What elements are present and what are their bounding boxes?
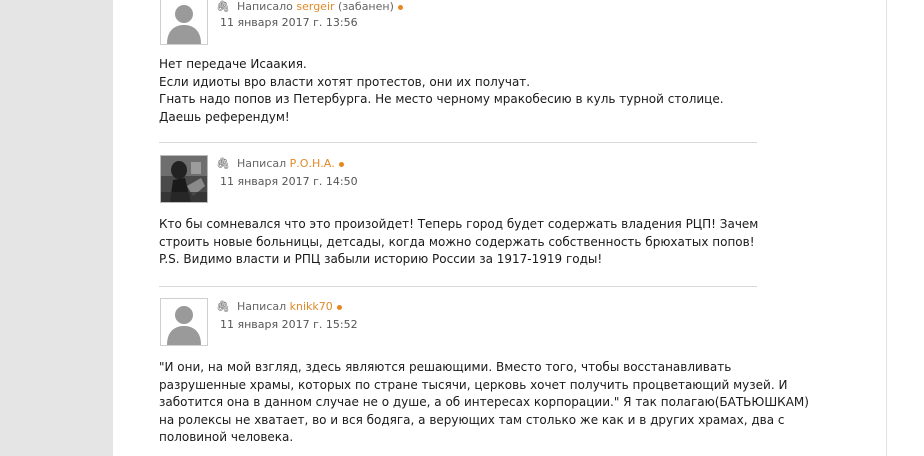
avatar[interactable] <box>160 155 208 203</box>
post-text-line: строить новые больницы, детсады, когда м… <box>159 234 755 249</box>
post-text-line: Нет передаче Исаакия. <box>159 57 307 71</box>
post-date: 11 января 2017 г. 14:50 <box>220 175 358 188</box>
post-date: 11 января 2017 г. 15:52 <box>220 318 358 331</box>
post-divider <box>159 286 757 287</box>
paperclip-icon[interactable]: 🖇 <box>216 300 230 313</box>
status-dot-icon <box>397 4 403 10</box>
wrote-label: Написал <box>236 300 287 313</box>
status-dot-icon <box>336 304 342 310</box>
username-link[interactable]: Р.О.Н.А. <box>290 157 335 170</box>
paperclip-icon[interactable]: 🖇 <box>216 0 230 13</box>
right-border <box>886 0 887 456</box>
post-text-line: "И они, на мой взгляд, здесь являются ре… <box>159 360 732 374</box>
author-line: 🖇 Написал Р.О.Н.А. <box>216 157 344 170</box>
post-text-line: P.S. Видимо власти и РПЦ забыли историю … <box>159 252 603 266</box>
avatar[interactable] <box>160 0 208 45</box>
post-body: "И они, на мой взгляд, здесь являются ре… <box>159 359 809 447</box>
post-text-line: заботится она в данном случае не о душе,… <box>159 395 809 409</box>
post-text-line: Если идиоты вро власти хотят протестов, … <box>159 74 531 89</box>
post-text-line: на ролексы не хватает, во и вся бодяга, … <box>159 412 785 427</box>
wrote-label: Написал <box>236 157 287 170</box>
left-sidebar-strip <box>0 0 113 456</box>
post-text-line: Гнать надо попов из Петербурга. Не место… <box>159 92 724 106</box>
paperclip-icon[interactable]: 🖇 <box>216 157 230 170</box>
wrote-label: Написало <box>236 0 293 13</box>
status-dot-icon <box>338 161 344 167</box>
avatar[interactable] <box>160 298 208 346</box>
username-link[interactable]: sergeir <box>296 0 334 13</box>
post-body: Нет передаче Исаакия. Если идиоты вро вл… <box>159 56 724 126</box>
post-text-line: Даешь референдум! <box>159 109 290 124</box>
post-text-line: разрушенные храмы, которых по стране тыс… <box>159 377 788 392</box>
post-divider <box>159 142 757 143</box>
author-line: 🖇 Написал knikk70 <box>216 300 342 313</box>
author-line: 🖇 Написало sergeir (забанен) <box>216 0 403 13</box>
post-date: 11 января 2017 г. 13:56 <box>220 16 358 29</box>
ban-note: (забанен) <box>338 0 394 13</box>
post-text-line: Кто бы сомневался что это произойдет! Те… <box>159 217 759 231</box>
post-text-line: половиной человека. <box>159 430 294 444</box>
username-link[interactable]: knikk70 <box>290 300 333 313</box>
post-body: Кто бы сомневался что это произойдет! Те… <box>159 216 758 269</box>
